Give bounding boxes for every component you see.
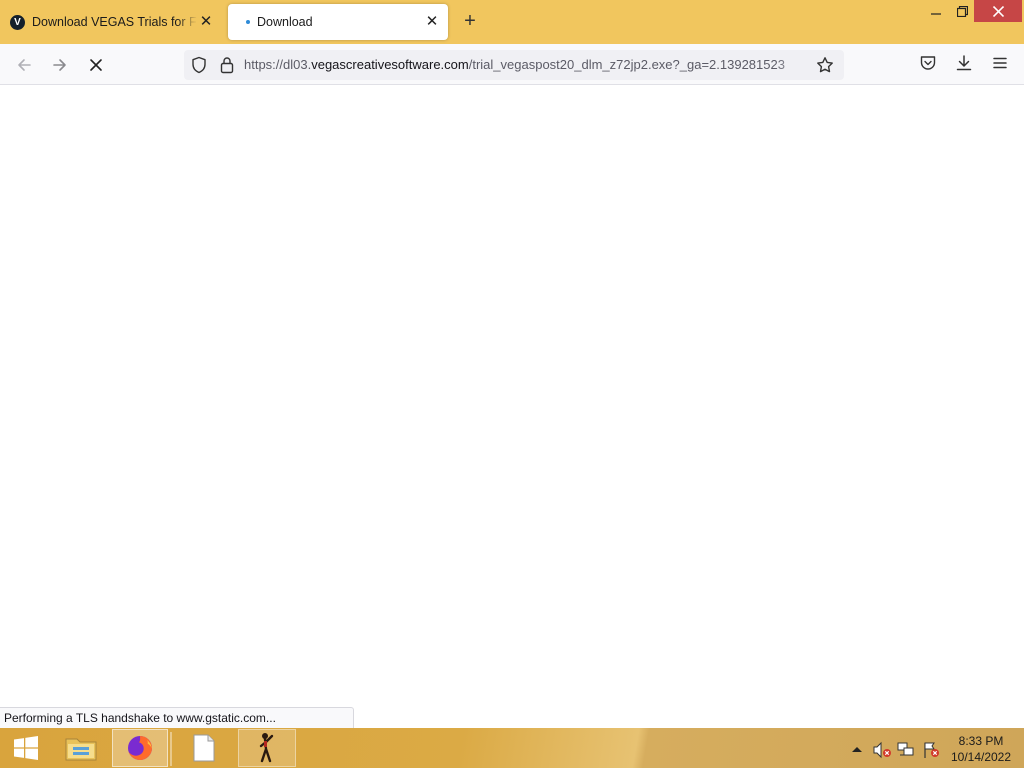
- action-center-flag-icon[interactable]: [921, 741, 941, 759]
- restore-icon: [956, 5, 968, 17]
- url-scheme: https://dl03.: [244, 57, 312, 72]
- new-tab-button[interactable]: +: [460, 11, 480, 32]
- volume-muted-icon[interactable]: [872, 741, 892, 759]
- tab-vegas-trials[interactable]: V Download VEGAS Trials for Free ✕: [0, 4, 222, 40]
- close-tab-icon[interactable]: ✕: [424, 14, 440, 30]
- taskbar-firefox[interactable]: [112, 729, 172, 767]
- status-bar: Performing a TLS handshake to www.gstati…: [0, 707, 354, 728]
- taskbar-blank-file[interactable]: [180, 729, 228, 767]
- address-bar[interactable]: https://dl03.vegascreativesoftware.com/t…: [184, 50, 844, 80]
- navigation-bar: https://dl03.vegascreativesoftware.com/t…: [0, 44, 1024, 85]
- url-host: vegascreativesoftware.com: [311, 57, 469, 72]
- forward-button[interactable]: [47, 52, 73, 78]
- tab-title: Download: [257, 15, 313, 29]
- taskbar-file-explorer[interactable]: [58, 729, 104, 767]
- windows-logo-icon: [14, 736, 38, 760]
- tab-download[interactable]: Download ✕: [228, 4, 448, 40]
- clock-date: 10/14/2022: [950, 750, 1012, 764]
- hamburger-menu-icon[interactable]: [991, 54, 1009, 72]
- clock-time: 8:33 PM: [958, 734, 1004, 748]
- stop-loading-button[interactable]: [83, 52, 109, 78]
- tracking-shield-icon[interactable]: [190, 56, 208, 74]
- folder-icon: [65, 738, 97, 761]
- arrow-left-icon: [18, 59, 31, 71]
- url-text[interactable]: https://dl03.vegascreativesoftware.com/t…: [244, 57, 809, 75]
- loading-indicator-icon: [246, 20, 250, 24]
- start-button[interactable]: [6, 729, 46, 767]
- page-content: [0, 85, 1024, 728]
- tab-strip: V Download VEGAS Trials for Free ✕ Downl…: [0, 0, 1024, 44]
- figure-app-icon: [259, 733, 274, 763]
- pocket-icon[interactable]: [919, 54, 937, 72]
- firefox-icon: [128, 736, 152, 760]
- tab-title: Download VEGAS Trials for Free: [32, 15, 197, 29]
- lock-icon[interactable]: [219, 56, 235, 74]
- back-button[interactable]: [11, 52, 37, 78]
- close-icon: [992, 5, 1004, 17]
- bookmark-star-icon[interactable]: [816, 56, 834, 74]
- minimize-icon: [931, 13, 941, 15]
- stop-x-icon: [90, 59, 102, 71]
- document-icon: [193, 734, 215, 762]
- vegas-favicon-icon: V: [10, 14, 25, 30]
- close-tab-icon[interactable]: ✕: [198, 14, 214, 30]
- system-clock[interactable]: 8:33 PM 10/14/2022: [944, 733, 1018, 765]
- arrow-right-icon: [53, 59, 66, 71]
- url-path: /trial_vegaspost20_dlm_z72jp2.exe?_ga=2.…: [468, 57, 785, 72]
- show-hidden-icons-icon[interactable]: [851, 744, 863, 754]
- network-icon[interactable]: [896, 741, 916, 759]
- close-window-button[interactable]: [974, 0, 1022, 22]
- taskbar-figure-app[interactable]: [238, 729, 296, 767]
- taskbar: [0, 728, 1024, 768]
- download-icon[interactable]: [955, 54, 973, 72]
